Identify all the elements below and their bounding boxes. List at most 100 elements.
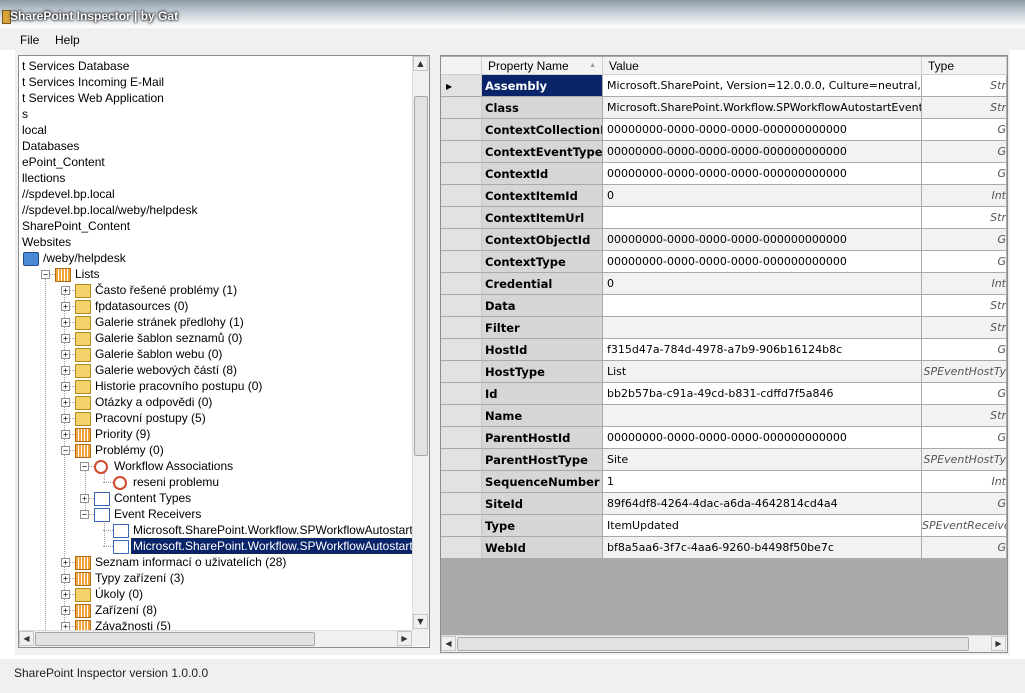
property-type-cell[interactable]: SPEventReceive [922,515,1007,537]
property-type-cell[interactable]: G [922,229,1007,251]
scroll-left-icon[interactable]: ◀ [19,631,34,646]
grid-row[interactable]: ContextType 00000000-0000-0000-0000-00000… [441,251,1007,273]
property-name-cell[interactable]: Filter [482,317,603,339]
grid-row[interactable]: ContextItemUrl Str [441,207,1007,229]
property-name-cell[interactable]: Assembly [482,75,603,97]
property-name-cell[interactable]: WebId [482,537,603,559]
property-type-cell[interactable]: SPEventHostTy [922,449,1007,471]
expand-icon[interactable]: + [61,430,70,439]
grid-row[interactable]: ContextId 00000000-0000-0000-0000-0000000… [441,163,1007,185]
row-header[interactable] [441,361,482,383]
property-name-cell[interactable]: ContextType [482,251,603,273]
property-value-cell[interactable]: List [603,361,922,383]
property-type-cell[interactable]: Str [922,207,1007,229]
row-header[interactable] [441,515,482,537]
grid-row[interactable]: ▶ Assembly Microsoft.SharePoint, Version=1… [441,75,1007,97]
row-header[interactable] [441,229,482,251]
property-name-cell[interactable]: Class [482,97,603,119]
menu-help[interactable]: Help [55,33,80,47]
grid-row[interactable]: ContextCollectionId 00000000-0000-0000-00… [441,119,1007,141]
expand-icon[interactable]: + [61,606,70,615]
grid-hscroll-thumb[interactable] [457,637,969,651]
column-header-value[interactable]: Value [603,57,922,75]
row-header[interactable] [441,97,482,119]
property-name-cell[interactable]: HostType [482,361,603,383]
expand-icon[interactable]: + [80,494,89,503]
row-header[interactable] [441,119,482,141]
property-type-cell[interactable]: SPEventHostTy [922,361,1007,383]
property-name-cell[interactable]: ParentHostId [482,427,603,449]
grid-row[interactable]: HostId f315d47a-784d-4978-a7b9-906b16124b… [441,339,1007,361]
property-name-cell[interactable]: Type [482,515,603,537]
collapse-icon[interactable]: − [61,446,70,455]
grid-row[interactable]: Name Str [441,405,1007,427]
property-name-cell[interactable]: SequenceNumber [482,471,603,493]
panel-splitter[interactable] [430,55,438,653]
property-name-cell[interactable]: ParentHostType [482,449,603,471]
property-type-cell[interactable]: Int [922,471,1007,493]
property-value-cell[interactable]: 00000000-0000-0000-0000-000000000000 [603,141,922,163]
grid-row[interactable]: ParentHostType Site SPEventHostTy [441,449,1007,471]
grid-row[interactable]: Type ItemUpdated SPEventReceive [441,515,1007,537]
property-value-cell[interactable]: ItemUpdated [603,515,922,537]
property-type-cell[interactable]: G [922,163,1007,185]
grid-row[interactable]: ContextEventType 00000000-0000-0000-0000-… [441,141,1007,163]
tree-hscroll-thumb[interactable] [35,632,315,646]
property-name-cell[interactable]: HostId [482,339,603,361]
grid-row[interactable]: Data Str [441,295,1007,317]
property-type-cell[interactable]: Int [922,185,1007,207]
row-header[interactable] [441,141,482,163]
row-header[interactable] [441,405,482,427]
row-header[interactable] [441,471,482,493]
expand-icon[interactable]: + [61,622,70,630]
grid-row[interactable]: Class Microsoft.SharePoint.Workflow.SPWor… [441,97,1007,119]
tree-horizontal-scrollbar[interactable]: ◀ ▶ [19,630,412,647]
property-value-cell[interactable]: 00000000-0000-0000-0000-000000000000 [603,251,922,273]
property-name-cell[interactable]: Data [482,295,603,317]
property-value-cell[interactable]: Site [603,449,922,471]
property-type-cell[interactable]: Str [922,295,1007,317]
property-type-cell[interactable]: Str [922,405,1007,427]
expand-icon[interactable]: + [61,558,70,567]
property-type-cell[interactable]: G [922,383,1007,405]
property-type-cell[interactable]: G [922,251,1007,273]
expand-icon[interactable]: + [61,286,70,295]
column-header-type[interactable]: Type [922,57,1007,75]
expand-icon[interactable]: + [61,318,70,327]
grid-row[interactable]: ContextItemId 0 Int [441,185,1007,207]
grid-row[interactable]: Id bb2b57ba-c91a-49cd-b831-cdffd7f5a846 G [441,383,1007,405]
row-header[interactable] [441,317,482,339]
row-header[interactable]: ▶ [441,75,482,97]
column-header-property-name[interactable]: Property Name ▲ [482,57,603,75]
grid-row[interactable]: ParentHostId 00000000-0000-0000-0000-0000… [441,427,1007,449]
collapse-icon[interactable]: − [41,270,50,279]
scroll-right-icon[interactable]: ▶ [991,636,1006,651]
property-value-cell[interactable]: 0 [603,273,922,295]
property-type-cell[interactable]: G [922,339,1007,361]
row-header[interactable] [441,493,482,515]
property-value-cell[interactable] [603,405,922,427]
property-name-cell[interactable]: Credential [482,273,603,295]
expand-icon[interactable]: + [61,350,70,359]
expand-icon[interactable]: + [61,382,70,391]
property-name-cell[interactable]: SiteId [482,493,603,515]
grid-row[interactable]: HostType List SPEventHostTy [441,361,1007,383]
row-header[interactable] [441,273,482,295]
property-value-cell[interactable]: bb2b57ba-c91a-49cd-b831-cdffd7f5a846 [603,383,922,405]
tree-view[interactable]: t Services Database t Services Incoming E… [18,55,430,648]
grid-row[interactable]: SiteId 89f64df8-4264-4dac-a6da-4642814cd4… [441,493,1007,515]
property-value-cell[interactable]: 00000000-0000-0000-0000-000000000000 [603,119,922,141]
row-header[interactable] [441,185,482,207]
scroll-down-icon[interactable]: ▼ [413,614,428,629]
property-value-cell[interactable]: 00000000-0000-0000-0000-000000000000 [603,427,922,449]
grid-row[interactable]: Filter Str [441,317,1007,339]
expand-icon[interactable]: + [61,398,70,407]
property-name-cell[interactable]: ContextCollectionId [482,119,603,141]
property-type-cell[interactable]: G [922,141,1007,163]
property-name-cell[interactable]: ContextObjectId [482,229,603,251]
property-type-cell[interactable]: G [922,119,1007,141]
property-value-cell[interactable]: Microsoft.SharePoint, Version=12.0.0.0, … [603,75,922,97]
collapse-icon[interactable]: − [80,510,89,519]
row-header[interactable] [441,207,482,229]
row-header[interactable] [441,163,482,185]
